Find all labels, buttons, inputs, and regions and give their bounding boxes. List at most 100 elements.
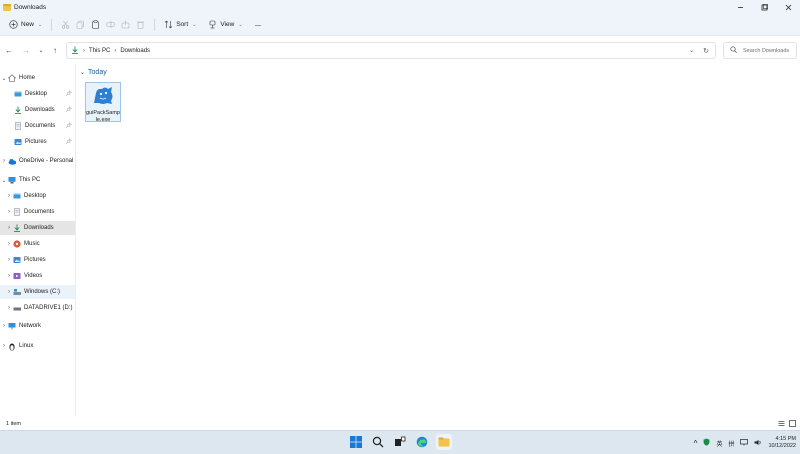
- chevron-right-icon[interactable]: ›: [5, 241, 13, 247]
- window-controls: [728, 0, 800, 14]
- view-icon: [208, 20, 217, 29]
- sidebar-item-label: Documents: [24, 209, 55, 215]
- sidebar-item-datadrive-d[interactable]: › DATADRIVE1 (D:): [0, 301, 75, 315]
- search-taskbar-button[interactable]: [370, 434, 386, 450]
- edge-icon: [416, 436, 428, 448]
- sidebar-item-documents[interactable]: › Documents: [0, 205, 75, 219]
- cut-button[interactable]: [58, 16, 73, 34]
- videos-icon: [13, 272, 21, 280]
- security-icon[interactable]: [703, 438, 710, 448]
- sidebar-item-downloads-quick[interactable]: Downloads 📌︎: [0, 103, 75, 117]
- up-button[interactable]: ↑: [47, 42, 63, 58]
- rename-button[interactable]: [103, 16, 118, 34]
- address-row: ← → ⌄ ↑ › This PC › Downloads ⌄ ↻: [0, 40, 800, 60]
- back-button[interactable]: ←: [1, 42, 17, 58]
- file-explorer-button[interactable]: [436, 434, 452, 450]
- chevron-down-icon[interactable]: ⌄: [0, 75, 8, 82]
- chevron-right-icon[interactable]: ›: [5, 305, 13, 311]
- monitor-icon[interactable]: [740, 438, 749, 448]
- breadcrumb-separator: ›: [114, 47, 117, 54]
- sidebar-item-network[interactable]: › Network: [0, 319, 75, 333]
- sidebar-item-documents-quick[interactable]: Documents 📌︎: [0, 119, 75, 133]
- sidebar-item-label: Desktop: [24, 193, 47, 199]
- share-icon: [121, 20, 130, 29]
- breadcrumb-downloads[interactable]: Downloads: [120, 48, 150, 54]
- tiles-view-button[interactable]: [789, 420, 796, 427]
- item-count: 1 item: [6, 420, 21, 427]
- sidebar-item-this-pc[interactable]: ⌄ This PC: [0, 173, 75, 187]
- address-bar[interactable]: › This PC › Downloads ⌄ ↻: [66, 42, 716, 59]
- chevron-right-icon[interactable]: ›: [5, 225, 13, 231]
- sort-button[interactable]: Sort ⌄: [161, 16, 199, 34]
- ime-indicator[interactable]: 英: [716, 439, 722, 448]
- scissors-icon: [61, 20, 70, 29]
- sort-icon: [164, 20, 173, 29]
- sidebar-item-pictures[interactable]: › Pictures: [0, 253, 75, 267]
- forward-button[interactable]: →: [18, 42, 34, 58]
- sidebar-item-label: Pictures: [25, 139, 47, 145]
- new-button[interactable]: New ⌄: [6, 16, 45, 34]
- chevron-right-icon[interactable]: ›: [0, 158, 8, 164]
- sidebar-item-label: OneDrive - Personal: [19, 158, 74, 164]
- delete-button[interactable]: [133, 16, 148, 34]
- download-icon: [71, 46, 79, 56]
- chevron-down-icon: ⌄: [80, 70, 86, 76]
- chevron-down-icon[interactable]: ⌄: [0, 177, 8, 184]
- chevron-up-icon[interactable]: ^: [694, 439, 698, 448]
- chevron-right-icon[interactable]: ›: [0, 323, 8, 329]
- navigation-pane: ⌄ Home Desktop 📌︎ Downloads 📌︎ Documents…: [0, 64, 76, 416]
- chevron-down-icon: ⌄: [192, 21, 197, 28]
- chevron-down-icon[interactable]: ⌄: [689, 47, 694, 55]
- paste-button[interactable]: [88, 16, 103, 34]
- view-button[interactable]: View ⌄: [205, 16, 245, 34]
- toolbar-divider: [51, 18, 53, 31]
- folder-icon: [3, 3, 11, 11]
- chevron-right-icon[interactable]: ›: [0, 343, 8, 349]
- refresh-icon[interactable]: ↻: [703, 47, 709, 55]
- view-label: View: [220, 21, 235, 28]
- search-box[interactable]: [723, 42, 797, 59]
- more-options-button[interactable]: ···: [252, 16, 264, 34]
- command-bar: New ⌄ Sort ⌄ View ⌄ ···: [0, 14, 800, 36]
- start-button[interactable]: [348, 434, 364, 450]
- maximize-button[interactable]: [752, 0, 776, 14]
- details-view-button[interactable]: [778, 420, 785, 427]
- sidebar-item-desktop-quick[interactable]: Desktop 📌︎: [0, 87, 75, 101]
- volume-icon[interactable]: [754, 439, 762, 448]
- group-header-today[interactable]: ⌄ Today: [80, 69, 107, 76]
- share-button[interactable]: [118, 16, 133, 34]
- ime-mode-indicator[interactable]: 拼: [728, 439, 734, 448]
- breadcrumb-this-pc[interactable]: This PC: [89, 48, 110, 54]
- sidebar-item-downloads[interactable]: › Downloads: [0, 221, 75, 235]
- clock-date: 10/12/2022: [768, 443, 796, 449]
- chevron-right-icon[interactable]: ›: [5, 209, 13, 215]
- sidebar-item-pictures-quick[interactable]: Pictures 📌︎: [0, 135, 75, 149]
- sidebar-item-music[interactable]: › Music: [0, 237, 75, 251]
- linux-icon: [8, 342, 16, 351]
- new-label: New: [21, 21, 35, 28]
- edge-button[interactable]: [414, 434, 430, 450]
- status-bar: 1 item: [0, 417, 800, 430]
- file-item[interactable]: guiPackSample.exe: [85, 82, 121, 123]
- sidebar-item-home[interactable]: ⌄ Home: [0, 71, 75, 85]
- sidebar-item-videos[interactable]: › Videos: [0, 269, 75, 283]
- chevron-right-icon[interactable]: ›: [5, 193, 13, 199]
- clock[interactable]: 4:15 PM 10/12/2022: [768, 436, 796, 450]
- chevron-right-icon[interactable]: ›: [5, 273, 13, 279]
- copy-button[interactable]: [73, 16, 88, 34]
- taskbar: ^ 英 拼 4:15 PM 10/12/2022: [0, 430, 800, 454]
- sidebar-item-windows-c[interactable]: › Windows (C:): [0, 285, 75, 299]
- home-icon: [8, 74, 16, 82]
- chevron-down-icon: ⌄: [238, 21, 243, 28]
- sidebar-item-desktop[interactable]: › Desktop: [0, 189, 75, 203]
- group-label: Today: [88, 69, 107, 76]
- drive-icon: [13, 288, 21, 296]
- close-button[interactable]: [776, 0, 800, 14]
- sidebar-item-onedrive[interactable]: › OneDrive - Personal: [0, 154, 75, 168]
- sidebar-item-linux[interactable]: › Linux: [0, 339, 75, 353]
- task-view-button[interactable]: [392, 434, 408, 450]
- search-input[interactable]: [743, 47, 795, 54]
- chevron-right-icon[interactable]: ›: [5, 289, 13, 295]
- minimize-button[interactable]: [728, 0, 752, 14]
- chevron-right-icon[interactable]: ›: [5, 257, 13, 263]
